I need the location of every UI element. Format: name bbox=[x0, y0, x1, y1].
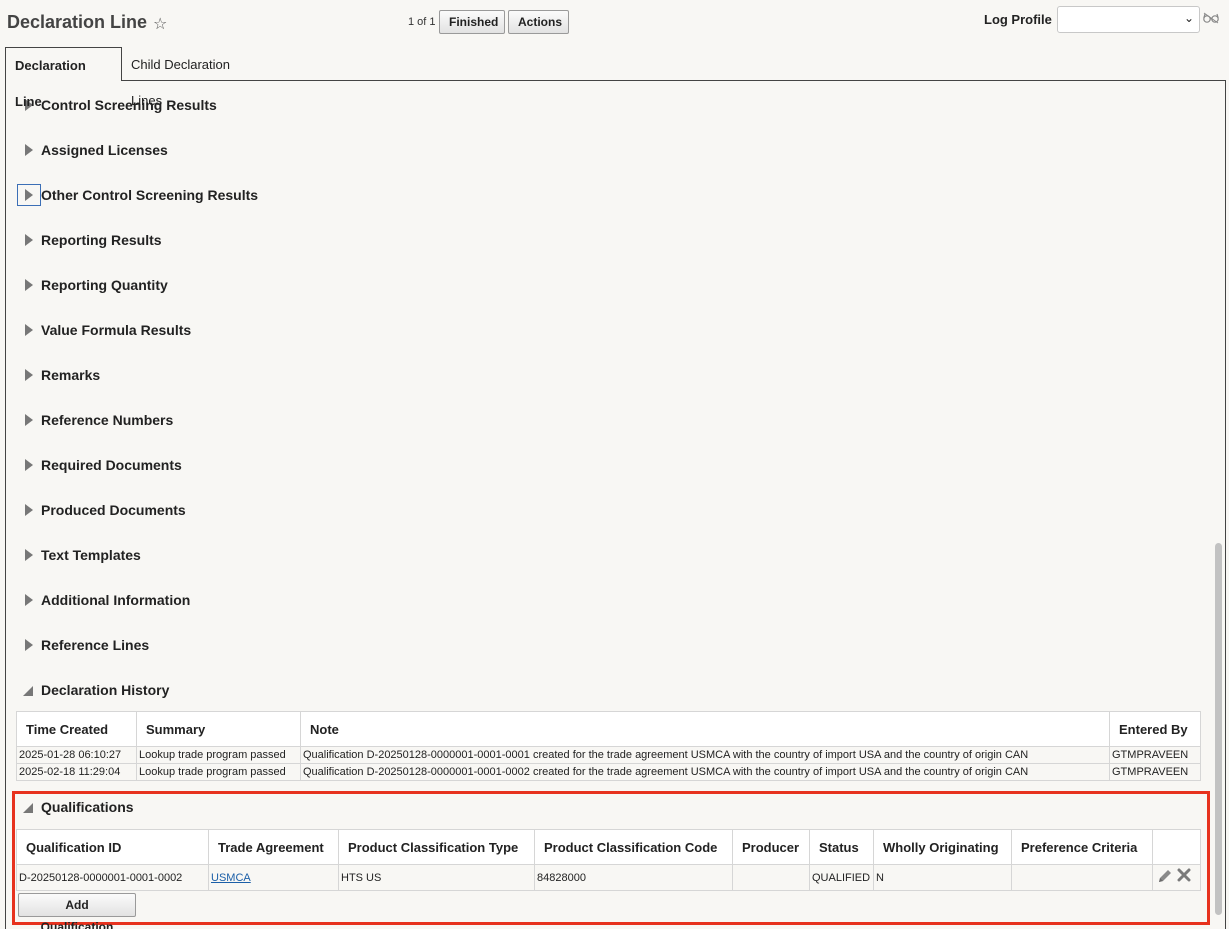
section-label: Value Formula Results bbox=[41, 322, 192, 338]
cell-entered-by: GTMPRAVEEN bbox=[1109, 763, 1201, 781]
section-label: Other Control Screening Results bbox=[41, 187, 259, 203]
trade-agreement-link[interactable]: USMCA bbox=[211, 872, 251, 884]
column-header-qualification-id[interactable]: Qualification ID bbox=[16, 829, 209, 865]
section-declaration-history[interactable]: Declaration History bbox=[17, 679, 617, 701]
content-panel: Control Screening Results Assigned Licen… bbox=[5, 80, 1226, 929]
collapse-triangle-icon bbox=[23, 803, 33, 813]
page-title: Declaration Line bbox=[7, 12, 148, 32]
declaration-history-table: Time Created Summary Note Entered By 202… bbox=[16, 711, 1201, 781]
column-header-product-classification-code[interactable]: Product Classification Code bbox=[534, 829, 733, 865]
column-header-producer[interactable]: Producer bbox=[732, 829, 810, 865]
cell-note: Qualification D-20250128-0000001-0001-00… bbox=[300, 763, 1110, 781]
section-label: Required Documents bbox=[41, 457, 182, 473]
actions-button[interactable]: Actions bbox=[508, 10, 569, 34]
table-row[interactable]: 2025-01-28 06:10:27 Lookup trade program… bbox=[16, 746, 1201, 764]
section-label: Remarks bbox=[41, 367, 101, 383]
glasses-icon[interactable] bbox=[1203, 12, 1219, 24]
qualifications-table: Qualification ID Trade Agreement Product… bbox=[16, 829, 1201, 891]
cell-producer bbox=[732, 864, 810, 891]
cell-summary: Lookup trade program passed bbox=[136, 763, 301, 781]
expand-triangle-icon bbox=[25, 324, 33, 336]
expand-triangle-icon bbox=[25, 504, 33, 516]
vertical-scrollbar[interactable] bbox=[1211, 81, 1225, 929]
expand-triangle-icon bbox=[25, 414, 33, 426]
add-qualification-button[interactable]: Add Qualification bbox=[18, 893, 136, 929]
column-header-actions bbox=[1152, 829, 1201, 865]
tab-declaration-line[interactable]: Declaration Line bbox=[5, 47, 122, 109]
column-header-wholly-originating[interactable]: Wholly Originating bbox=[873, 829, 1012, 865]
section-text-templates[interactable]: Text Templates bbox=[17, 544, 617, 566]
cell-time-created: 2025-02-18 11:29:04 bbox=[16, 763, 137, 781]
section-label: Reporting Results bbox=[41, 232, 162, 248]
cell-entered-by: GTMPRAVEEN bbox=[1109, 746, 1201, 764]
expand-triangle-icon bbox=[25, 369, 33, 381]
expand-triangle-icon bbox=[25, 549, 33, 561]
section-label: Additional Information bbox=[41, 592, 191, 608]
column-header-note[interactable]: Note bbox=[300, 711, 1110, 747]
column-header-preference-criteria[interactable]: Preference Criteria bbox=[1011, 829, 1153, 865]
close-icon[interactable] bbox=[1177, 868, 1191, 882]
column-header-summary[interactable]: Summary bbox=[136, 711, 301, 747]
expand-triangle-icon bbox=[25, 279, 33, 291]
section-remarks[interactable]: Remarks bbox=[17, 364, 617, 386]
section-control-screening-results[interactable]: Control Screening Results bbox=[17, 94, 617, 116]
section-assigned-licenses[interactable]: Assigned Licenses bbox=[17, 139, 617, 161]
expand-triangle-icon bbox=[25, 639, 33, 651]
log-profile-select[interactable]: ⌄ bbox=[1057, 6, 1200, 33]
expand-triangle-icon bbox=[25, 594, 33, 606]
table-header-row: Time Created Summary Note Entered By bbox=[16, 711, 1201, 747]
pager-text: 1 of 1 bbox=[408, 16, 436, 28]
expand-triangle-icon bbox=[25, 459, 33, 471]
section-label: Reference Lines bbox=[41, 637, 150, 653]
section-label: Assigned Licenses bbox=[41, 142, 168, 158]
expand-triangle-icon bbox=[25, 144, 33, 156]
section-label: Declaration History bbox=[41, 682, 170, 698]
section-reference-lines[interactable]: Reference Lines bbox=[17, 634, 617, 656]
pencil-icon[interactable] bbox=[1157, 868, 1173, 884]
cell-trade-agreement: USMCA bbox=[208, 864, 339, 891]
cell-qualification-id: D-20250128-0000001-0001-0002 bbox=[16, 864, 209, 891]
column-header-status[interactable]: Status bbox=[809, 829, 874, 865]
expand-triangle-icon bbox=[25, 234, 33, 246]
section-other-control-screening-results[interactable]: Other Control Screening Results bbox=[17, 184, 617, 206]
log-profile-label: Log Profile bbox=[984, 12, 1052, 27]
finished-button[interactable]: Finished bbox=[439, 10, 505, 34]
star-icon[interactable]: ☆ bbox=[153, 14, 167, 34]
collapse-triangle-icon bbox=[23, 686, 33, 696]
cell-status: QUALIFIED bbox=[809, 864, 874, 891]
cell-product-classification-type: HTS US bbox=[338, 864, 535, 891]
section-required-documents[interactable]: Required Documents bbox=[17, 454, 617, 476]
chevron-down-icon: ⌄ bbox=[1183, 11, 1194, 25]
tab-child-declaration-lines[interactable]: Child Declaration Lines bbox=[122, 47, 272, 108]
cell-summary: Lookup trade program passed bbox=[136, 746, 301, 764]
cell-preference-criteria bbox=[1011, 864, 1153, 891]
section-produced-documents[interactable]: Produced Documents bbox=[17, 499, 617, 521]
cell-time-created: 2025-01-28 06:10:27 bbox=[16, 746, 137, 764]
section-additional-information[interactable]: Additional Information bbox=[17, 589, 617, 611]
table-header-row: Qualification ID Trade Agreement Product… bbox=[16, 829, 1201, 865]
section-value-formula-results[interactable]: Value Formula Results bbox=[17, 319, 617, 341]
section-reporting-results[interactable]: Reporting Results bbox=[17, 229, 617, 251]
section-label: Produced Documents bbox=[41, 502, 186, 518]
column-header-entered-by[interactable]: Entered By bbox=[1109, 711, 1201, 747]
table-row[interactable]: 2025-02-18 11:29:04 Lookup trade program… bbox=[16, 763, 1201, 781]
section-label: Reporting Quantity bbox=[41, 277, 168, 293]
section-label: Text Templates bbox=[41, 547, 141, 563]
scrollbar-thumb[interactable] bbox=[1215, 543, 1222, 915]
table-row[interactable]: D-20250128-0000001-0001-0002 USMCA HTS U… bbox=[16, 864, 1201, 891]
cell-note: Qualification D-20250128-0000001-0001-00… bbox=[300, 746, 1110, 764]
section-reference-numbers[interactable]: Reference Numbers bbox=[17, 409, 617, 431]
cell-wholly-originating: N bbox=[873, 864, 1012, 891]
section-qualifications[interactable]: Qualifications bbox=[17, 796, 617, 818]
page-header: Declaration Line ☆ 1 of 1 Finished Actio… bbox=[0, 0, 1229, 46]
column-header-trade-agreement[interactable]: Trade Agreement bbox=[208, 829, 339, 865]
column-header-time-created[interactable]: Time Created bbox=[16, 711, 137, 747]
expand-triangle-icon bbox=[25, 189, 33, 201]
section-reporting-quantity[interactable]: Reporting Quantity bbox=[17, 274, 617, 296]
column-header-product-classification-type[interactable]: Product Classification Type bbox=[338, 829, 535, 865]
cell-product-classification-code: 84828000 bbox=[534, 864, 733, 891]
section-label: Control Screening Results bbox=[41, 97, 217, 113]
section-label: Qualifications bbox=[41, 799, 134, 815]
section-label: Reference Numbers bbox=[41, 412, 174, 428]
